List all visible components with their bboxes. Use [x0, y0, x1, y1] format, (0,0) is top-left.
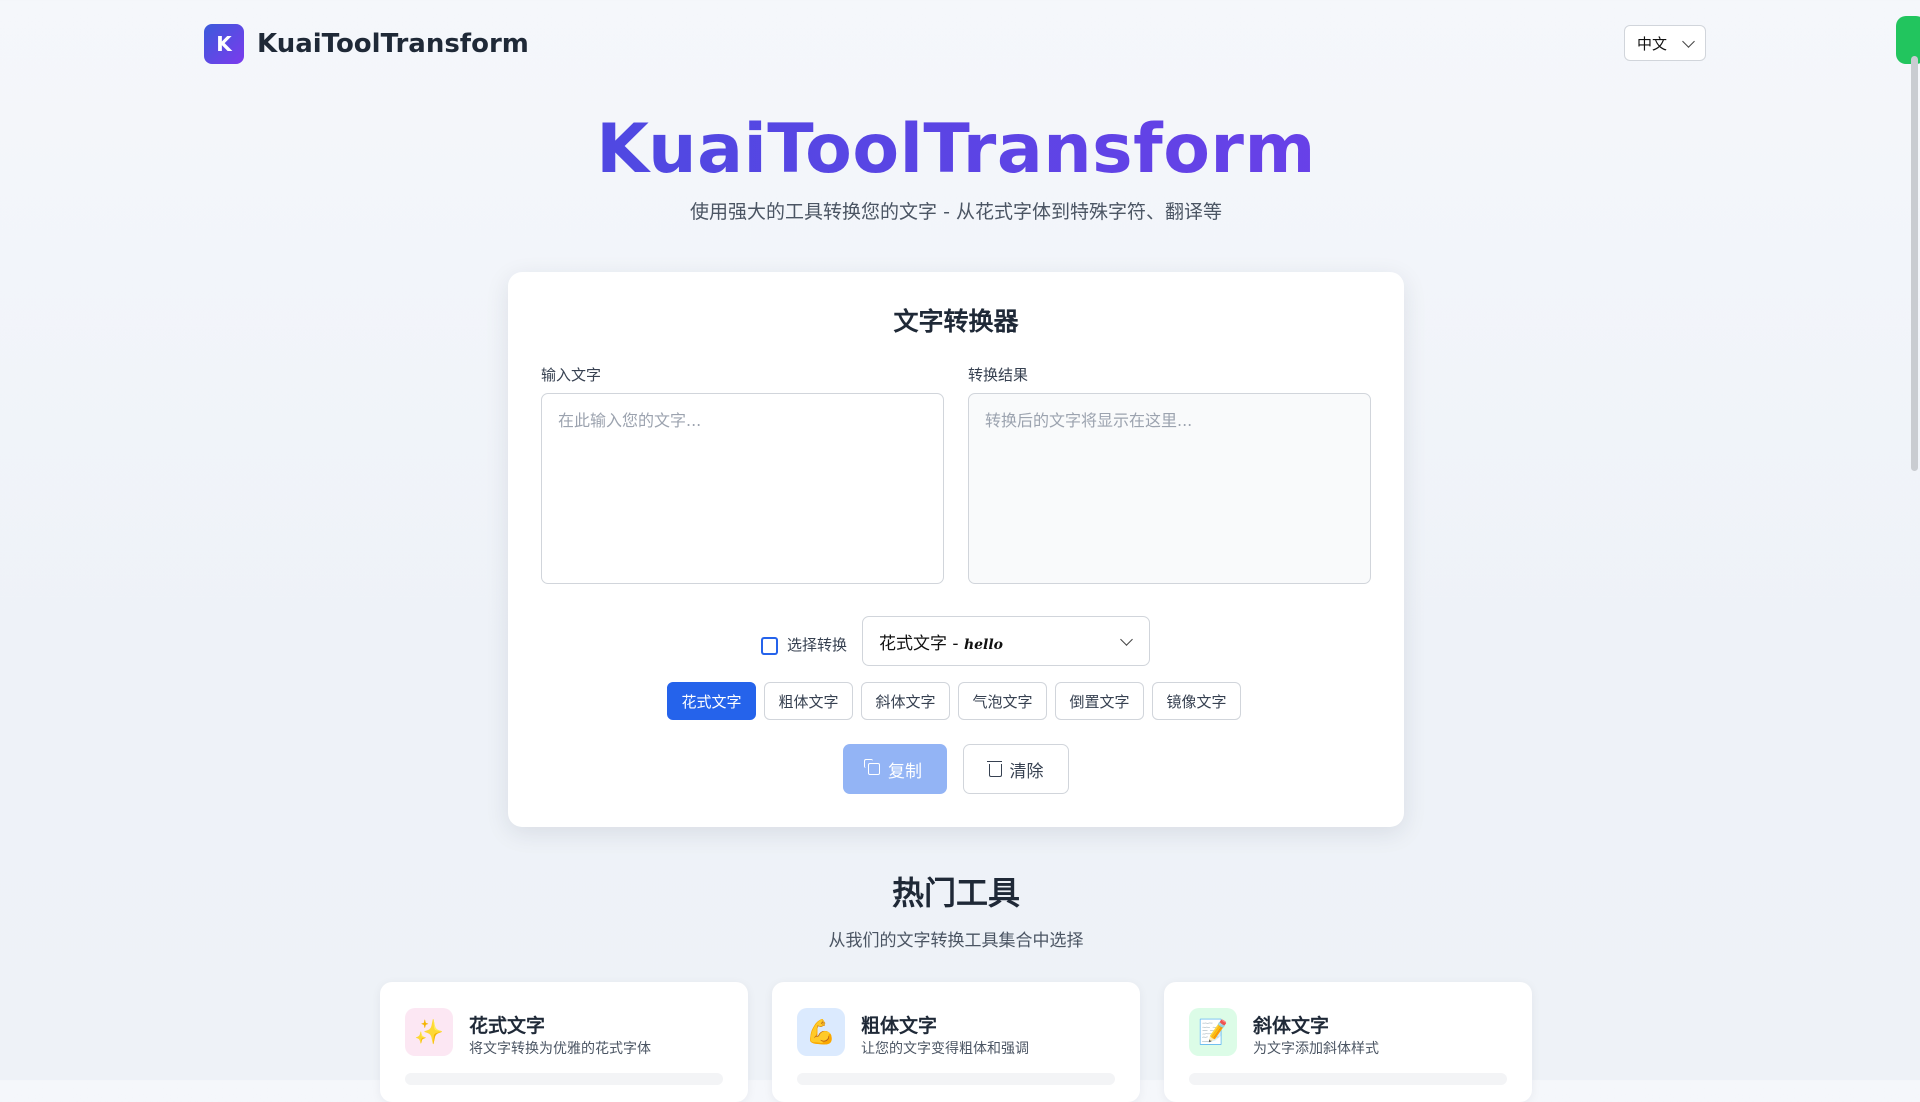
chip-fancy-text[interactable]: 花式文字	[667, 682, 756, 720]
tool-desc: 让您的文字变得粗体和强调	[861, 1041, 1029, 1057]
tool-name: 斜体文字	[1253, 1015, 1330, 1037]
input-textarea[interactable]: 在此输入您的文字...	[541, 393, 944, 584]
sparkles-icon: ✨	[405, 1008, 453, 1056]
chip-mirror-text[interactable]: 镜像文字	[1152, 682, 1241, 720]
language-value: 中文	[1637, 34, 1668, 53]
scrollbar[interactable]	[1911, 56, 1918, 471]
output-textarea[interactable]: 转换后的文字将显示在这里...	[968, 393, 1371, 584]
transform-chips: 花式文字 粗体文字 斜体文字 气泡文字 倒置文字 镜像文字	[667, 682, 1241, 720]
tool-name: 粗体文字	[861, 1015, 938, 1037]
transform-icon	[761, 636, 779, 655]
tool-card-footer	[797, 1073, 1115, 1085]
clear-label: 清除	[1009, 761, 1044, 782]
memo-icon: 📝	[1189, 1008, 1237, 1056]
chip-upside-down-text[interactable]: 倒置文字	[1055, 682, 1144, 720]
copy-button[interactable]: 复制	[843, 744, 947, 794]
transform-sample: hello	[963, 636, 1004, 653]
converter-card: 文字转换器 输入文字 转换结果 在此输入您的文字... 转换后的文字将显示在这里…	[508, 272, 1404, 827]
transform-select[interactable]: 花式文字 - hello	[862, 616, 1150, 666]
tool-desc: 将文字转换为优雅的花式字体	[469, 1041, 651, 1057]
chevron-down-icon	[1120, 632, 1133, 646]
tool-card-fancy[interactable]: ✨ 花式文字 将文字转换为优雅的花式字体	[380, 982, 748, 1102]
hero-title: KuaiToolTransform	[0, 110, 1912, 189]
tool-desc: 为文字添加斜体样式	[1253, 1041, 1379, 1057]
tool-card-italic[interactable]: 📝 斜体文字 为文字添加斜体样式	[1164, 982, 1532, 1102]
chip-bubble-text[interactable]: 气泡文字	[958, 682, 1047, 720]
popular-tools-subtitle: 从我们的文字转换工具集合中选择	[828, 931, 1084, 951]
tool-card-footer	[1189, 1073, 1507, 1085]
transform-select-value: 花式文字 - hello	[879, 633, 1004, 654]
chip-bold-text[interactable]: 粗体文字	[764, 682, 853, 720]
language-select[interactable]: 中文	[1624, 25, 1706, 61]
chip-italic-text[interactable]: 斜体文字	[861, 682, 950, 720]
site-logo[interactable]: K KuaiToolTransform	[204, 24, 529, 64]
clear-button[interactable]: 清除	[963, 744, 1069, 794]
chevron-down-icon	[1682, 34, 1695, 48]
copy-label: 复制	[888, 761, 922, 782]
trash-icon	[986, 761, 1002, 777]
select-label-text: 选择转换	[787, 636, 848, 654]
converter-title: 文字转换器	[893, 307, 1019, 336]
logo-mark: K	[204, 24, 244, 64]
tool-card-bold[interactable]: 💪 粗体文字 让您的文字变得粗体和强调	[772, 982, 1140, 1102]
tool-name: 花式文字	[469, 1015, 546, 1037]
input-label: 输入文字	[541, 366, 602, 384]
output-label: 转换结果	[968, 366, 1029, 384]
top-header: K KuaiToolTransform 中文	[0, 0, 1920, 88]
copy-icon	[864, 759, 880, 775]
brand-name: KuaiToolTransform	[257, 29, 529, 59]
popular-tools-title: 热门工具	[891, 874, 1020, 912]
select-transform-label: 选择转换	[761, 634, 847, 655]
hero-subtitle: 使用强大的工具转换您的文字 - 从花式字体到特殊字符、翻译等	[690, 201, 1222, 223]
tool-card-footer	[405, 1073, 723, 1085]
flexed-biceps-icon: 💪	[797, 1008, 845, 1056]
